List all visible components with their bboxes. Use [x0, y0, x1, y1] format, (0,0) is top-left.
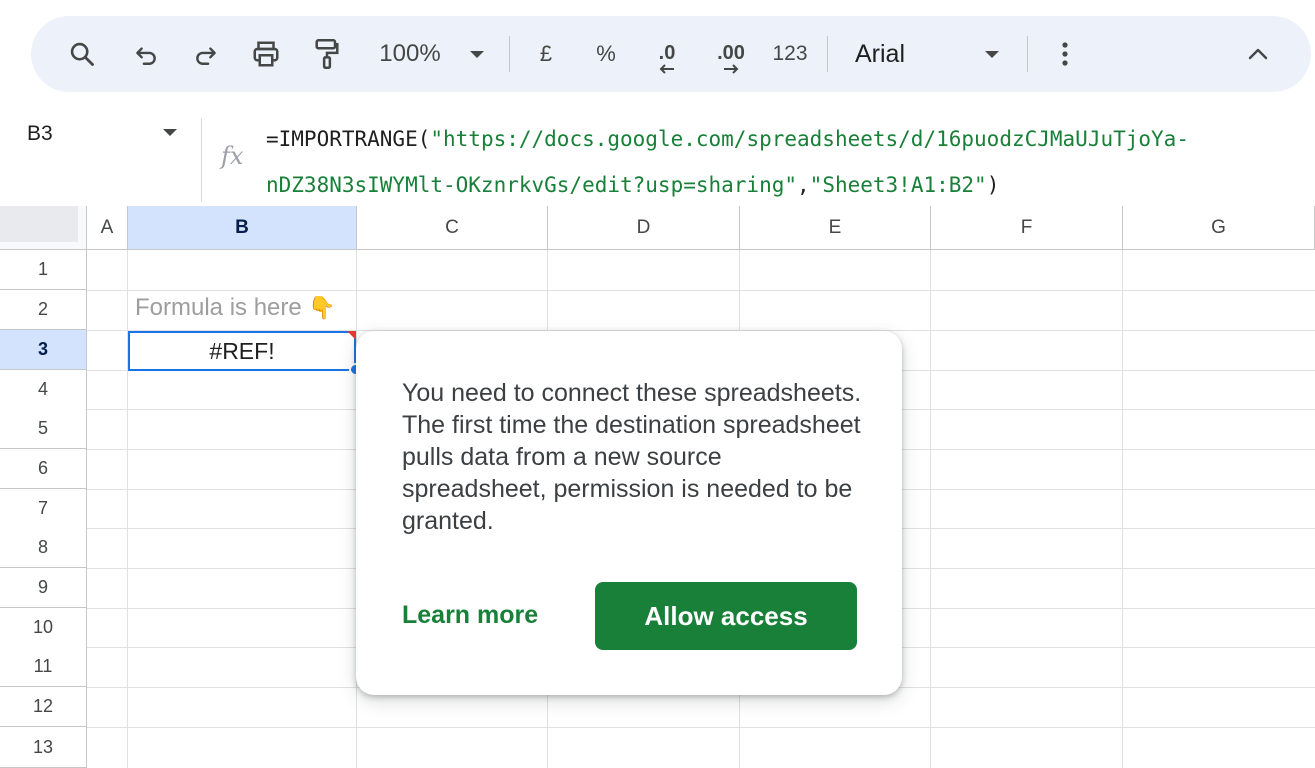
print-icon[interactable] [245, 16, 287, 92]
formula-comma: , [797, 173, 810, 197]
formula-range: "Sheet3!A1:B2" [809, 173, 987, 197]
search-icon[interactable] [61, 16, 103, 92]
decrease-decimal-button[interactable]: .0 [645, 16, 689, 92]
arrow-left-icon [659, 64, 674, 74]
percent-format-button[interactable]: % [589, 16, 623, 92]
cell-b3-selected[interactable]: #REF! [128, 331, 356, 371]
toolbar-divider [827, 36, 828, 72]
connect-spreadsheets-popup: You need to connect these spreadsheets. … [356, 331, 902, 695]
font-dropdown-icon[interactable] [980, 16, 1004, 92]
allow-access-button[interactable]: Allow access [595, 582, 857, 650]
toolbar: 100% £ % .0 .00 123 Arial [31, 16, 1311, 92]
fx-icon: fx [221, 142, 244, 170]
cell-b2-text: Formula is here [135, 294, 302, 321]
currency-format-button[interactable]: £ [531, 16, 561, 92]
learn-more-link[interactable]: Learn more [402, 601, 538, 630]
decrease-decimal-label: .0 [658, 42, 676, 64]
toolbar-area: 100% £ % .0 .00 123 Arial [0, 0, 1315, 108]
pointing-down-icon: 👇 [308, 295, 336, 320]
error-indicator-icon[interactable] [347, 331, 356, 340]
more-vert-icon[interactable] [1055, 16, 1075, 92]
increase-decimal-button[interactable]: .00 [709, 16, 753, 92]
cell-b3-value: #REF! [209, 337, 275, 364]
number-format-button[interactable]: 123 [769, 16, 811, 92]
zoom-dropdown-icon[interactable] [465, 16, 489, 92]
formula-prefix: =IMPORTRANGE( [266, 127, 431, 151]
undo-icon[interactable] [127, 16, 165, 92]
formula-bar: B3 fx =IMPORTRANGE("https://docs.google.… [0, 108, 1315, 206]
name-box-dropdown-icon[interactable] [163, 129, 177, 136]
cell-b2[interactable]: Formula is here 👇 [135, 294, 336, 322]
arrow-right-icon [724, 64, 739, 74]
formula-suffix: ) [986, 173, 1000, 197]
zoom-value[interactable]: 100% [369, 16, 451, 92]
redo-icon[interactable] [187, 16, 225, 92]
toolbar-divider [1027, 36, 1028, 72]
paint-format-icon[interactable] [307, 16, 347, 92]
collapse-icon[interactable] [1241, 16, 1275, 92]
toolbar-divider [509, 36, 510, 72]
formula-input[interactable]: =IMPORTRANGE("https://docs.google.com/sp… [266, 116, 1306, 208]
increase-decimal-label: .00 [717, 42, 745, 64]
popup-message: You need to connect these spreadsheets. … [402, 379, 862, 535]
font-select[interactable]: Arial [855, 16, 919, 92]
name-box[interactable]: B3 [27, 122, 53, 146]
formula-bar-divider [201, 118, 202, 202]
